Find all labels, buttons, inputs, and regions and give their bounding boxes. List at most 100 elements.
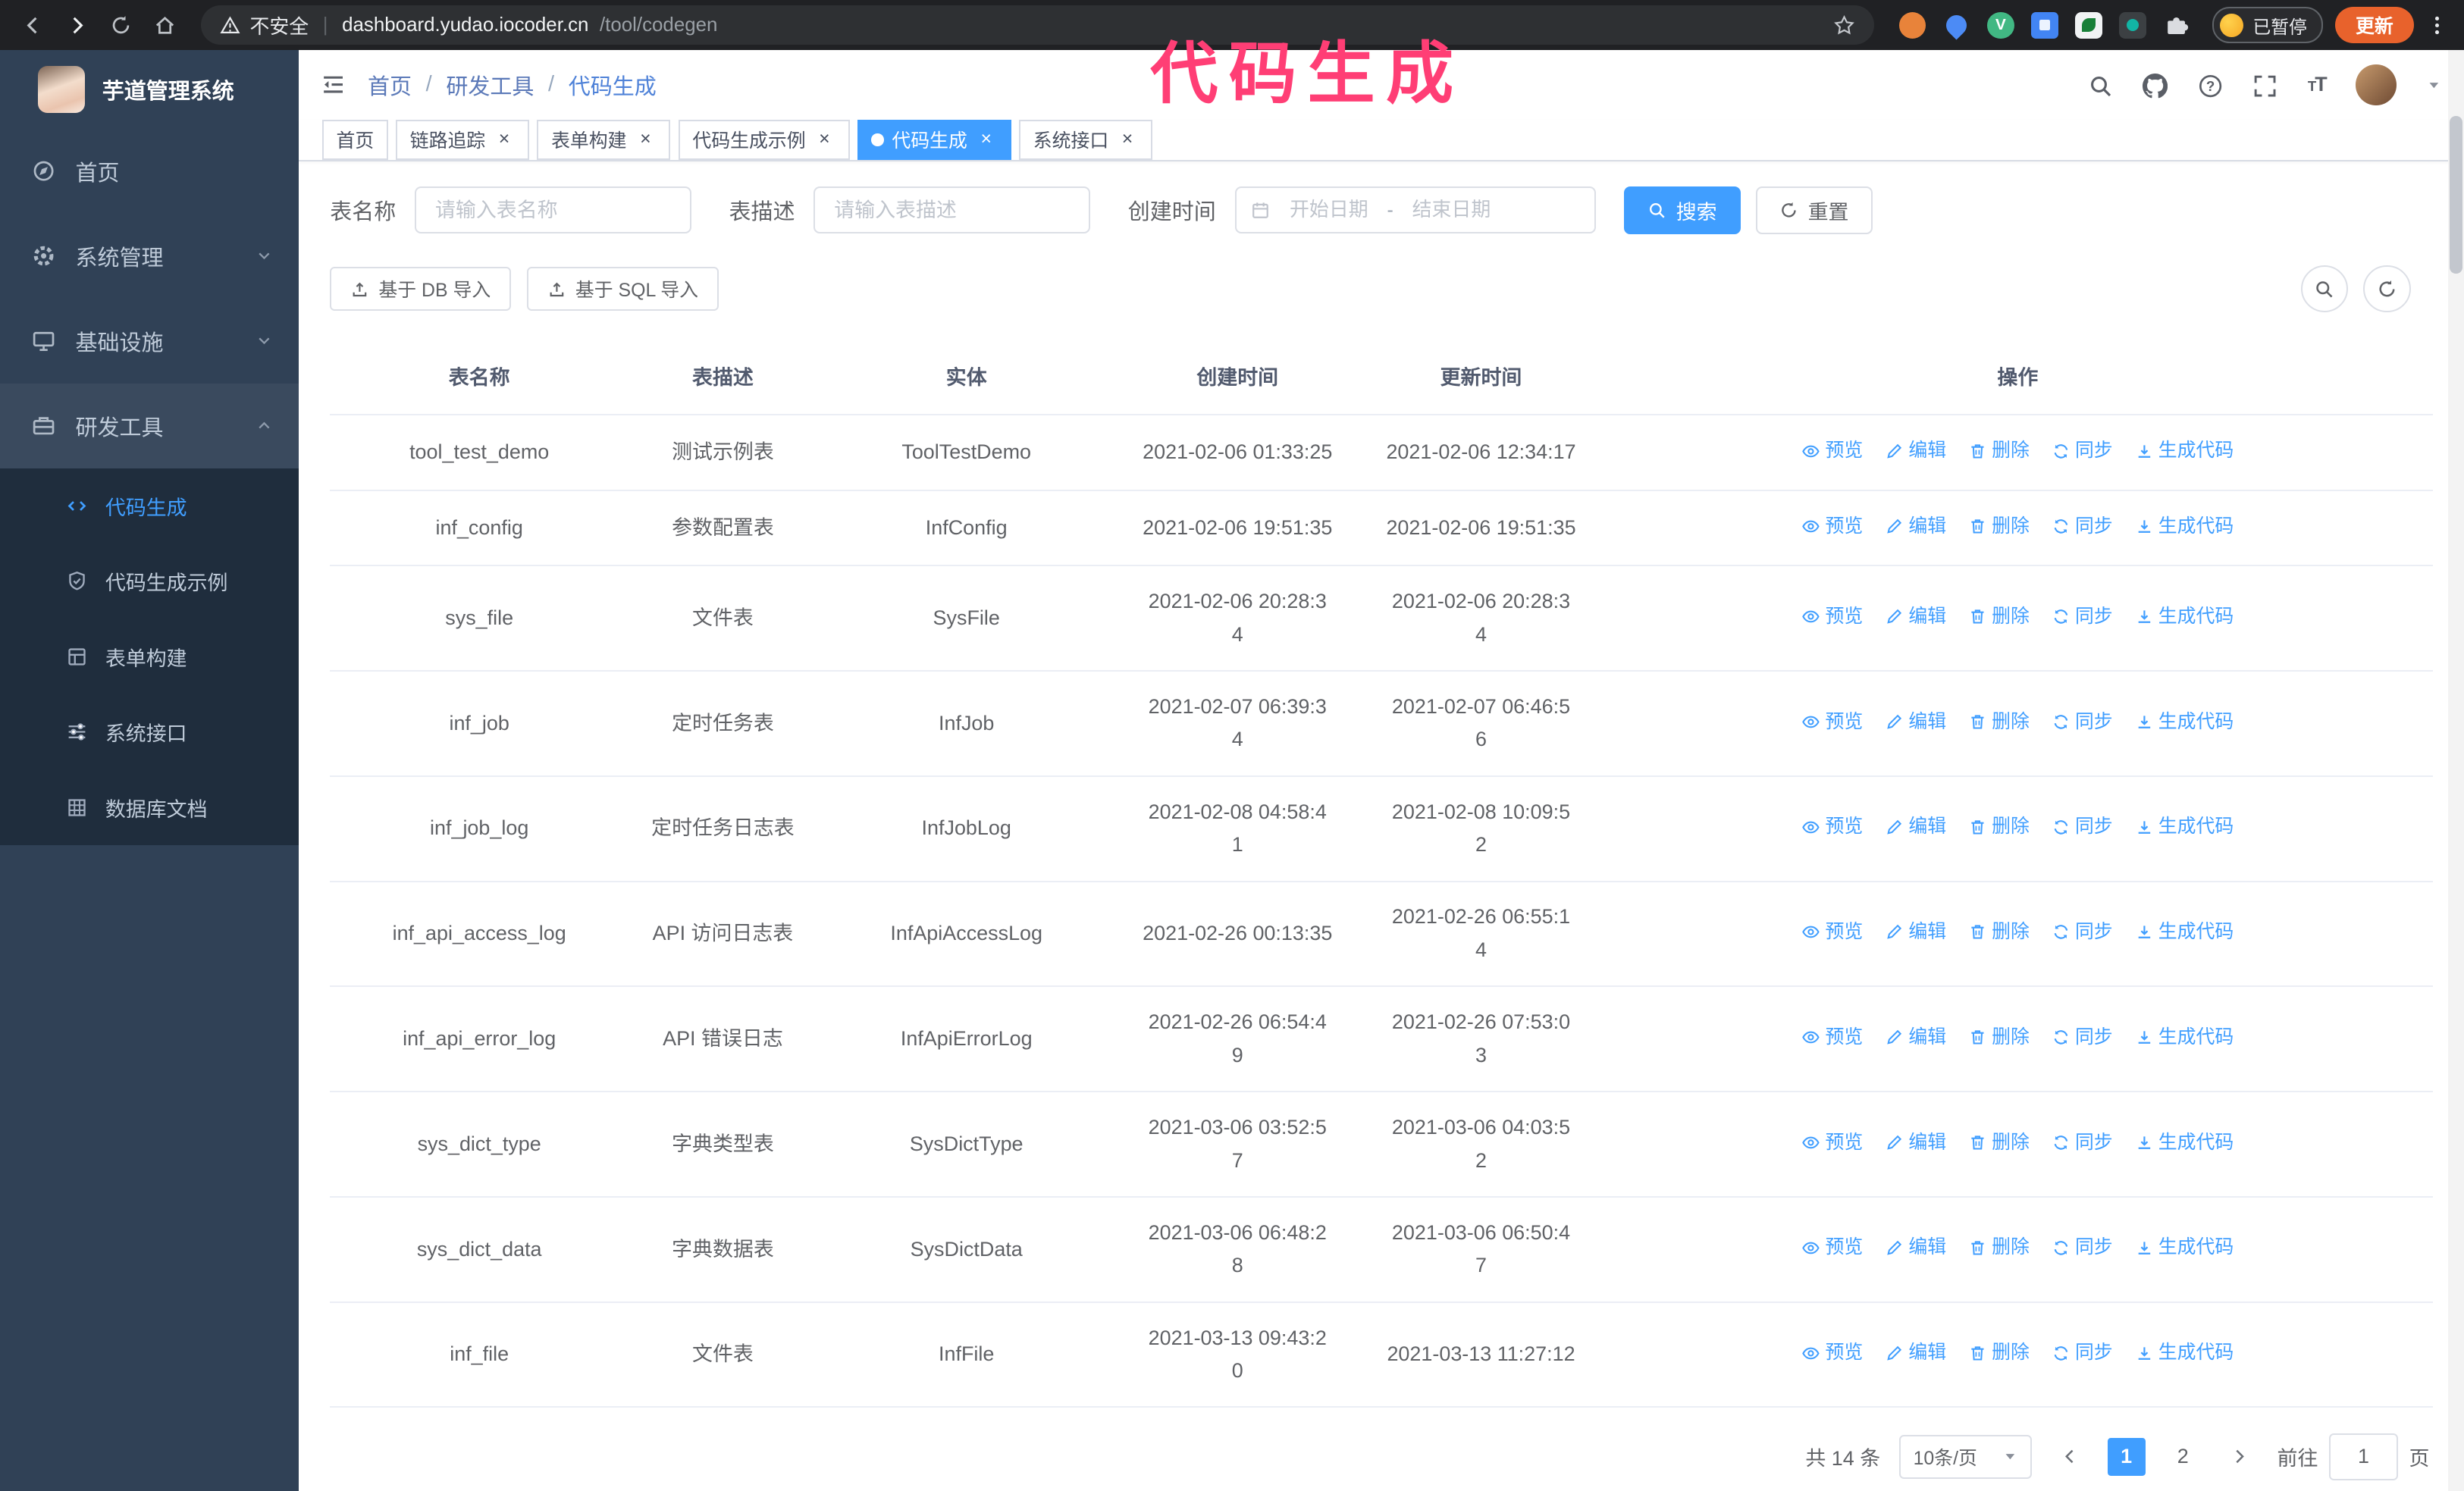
prev-page-button[interactable] <box>2051 1438 2089 1476</box>
forward-icon[interactable] <box>57 6 98 44</box>
sidebar-item-devtools[interactable]: 研发工具 <box>0 383 299 468</box>
delete-link[interactable]: 删除 <box>1968 706 2030 739</box>
sync-link[interactable]: 同步 <box>2052 434 2113 468</box>
edit-link[interactable]: 编辑 <box>1885 706 1946 739</box>
preview-link[interactable]: 预览 <box>1801 706 1863 739</box>
delete-link[interactable]: 删除 <box>1968 810 2030 844</box>
scrollbar[interactable] <box>2448 50 2464 1491</box>
extension-icon-1[interactable] <box>1899 11 1926 39</box>
delete-link[interactable]: 删除 <box>1968 600 2030 634</box>
sidebar-item-system-api[interactable]: 系统接口 <box>0 694 299 769</box>
edit-link[interactable]: 编辑 <box>1885 916 1946 949</box>
security-chip[interactable]: 不安全 <box>220 11 309 39</box>
preview-link[interactable]: 预览 <box>1801 1336 1863 1370</box>
edit-link[interactable]: 编辑 <box>1885 434 1946 468</box>
date-start-input[interactable] <box>1277 197 1381 224</box>
github-icon[interactable] <box>2143 70 2168 99</box>
preview-link[interactable]: 预览 <box>1801 434 1863 468</box>
sidebar-item-codegen-example[interactable]: 代码生成示例 <box>0 543 299 619</box>
toggle-search-button[interactable] <box>2300 265 2348 313</box>
fullscreen-icon[interactable] <box>2252 70 2277 99</box>
generate-link[interactable]: 生成代码 <box>2135 1021 2234 1054</box>
back-icon[interactable] <box>13 6 54 44</box>
sidebar-item-codegen[interactable]: 代码生成 <box>0 468 299 543</box>
delete-link[interactable]: 删除 <box>1968 510 2030 543</box>
extension-icon-5[interactable] <box>2075 11 2102 39</box>
page-number-1[interactable]: 1 <box>2107 1437 2146 1476</box>
generate-link[interactable]: 生成代码 <box>2135 706 2234 739</box>
sync-link[interactable]: 同步 <box>2052 706 2113 739</box>
preview-link[interactable]: 预览 <box>1801 810 1863 844</box>
page-size-select[interactable]: 10条/页 <box>1899 1434 2033 1479</box>
breadcrumb-item[interactable]: 首页 <box>368 69 412 101</box>
import-db-button[interactable]: 基于 DB 导入 <box>330 267 512 312</box>
address-bar[interactable]: 不安全 | dashboard.yudao.iocoder.cn/tool/co… <box>201 5 1875 45</box>
edit-link[interactable]: 编辑 <box>1885 1021 1946 1054</box>
tab-close-icon[interactable]: × <box>494 128 516 151</box>
profile-paused-badge[interactable]: 已暂停 <box>2212 7 2323 43</box>
preview-link[interactable]: 预览 <box>1801 510 1863 543</box>
generate-link[interactable]: 生成代码 <box>2135 1336 2234 1370</box>
avatar-caret-icon[interactable] <box>2426 77 2442 93</box>
reload-icon[interactable] <box>101 6 142 44</box>
help-icon[interactable] <box>2198 70 2223 99</box>
delete-link[interactable]: 删除 <box>1968 1021 2030 1054</box>
delete-link[interactable]: 删除 <box>1968 1231 2030 1264</box>
extension-icon-2[interactable] <box>1942 11 1971 40</box>
edit-link[interactable]: 编辑 <box>1885 510 1946 543</box>
preview-link[interactable]: 预览 <box>1801 916 1863 949</box>
sync-link[interactable]: 同步 <box>2052 600 2113 634</box>
table-desc-input[interactable] <box>813 186 1090 234</box>
extensions-puzzle-icon[interactable] <box>2163 12 2190 39</box>
font-size-icon[interactable]: TT <box>2308 73 2328 96</box>
view-tab[interactable]: 系统接口 × <box>1019 119 1153 161</box>
import-sql-button[interactable]: 基于 SQL 导入 <box>526 267 719 312</box>
preview-link[interactable]: 预览 <box>1801 1021 1863 1054</box>
sidebar-fold-icon[interactable] <box>299 50 368 119</box>
edit-link[interactable]: 编辑 <box>1885 1126 1946 1160</box>
view-tab[interactable]: 代码生成示例 × <box>678 119 850 161</box>
view-tab[interactable]: 首页 <box>321 119 388 161</box>
date-end-input[interactable] <box>1400 197 1503 224</box>
chrome-update-button[interactable]: 更新 <box>2335 7 2414 43</box>
reset-button[interactable]: 重置 <box>1756 186 1873 234</box>
search-icon[interactable] <box>2088 70 2113 99</box>
user-avatar[interactable] <box>2356 64 2397 105</box>
generate-link[interactable]: 生成代码 <box>2135 916 2234 949</box>
breadcrumb-item[interactable]: 研发工具 <box>446 69 534 101</box>
edit-link[interactable]: 编辑 <box>1885 1336 1946 1370</box>
sync-link[interactable]: 同步 <box>2052 1021 2113 1054</box>
preview-link[interactable]: 预览 <box>1801 1126 1863 1160</box>
tab-close-icon[interactable]: × <box>813 128 835 151</box>
sync-link[interactable]: 同步 <box>2052 1126 2113 1160</box>
home-icon[interactable] <box>145 6 186 44</box>
extension-icon-3[interactable]: V <box>1987 11 2014 39</box>
view-tab[interactable]: 链路追踪 × <box>396 119 530 161</box>
table-name-input[interactable] <box>415 186 691 234</box>
goto-page-input[interactable] <box>2328 1433 2398 1480</box>
preview-link[interactable]: 预览 <box>1801 1231 1863 1264</box>
sync-link[interactable]: 同步 <box>2052 1231 2113 1264</box>
sync-link[interactable]: 同步 <box>2052 1336 2113 1370</box>
date-range-picker[interactable]: - <box>1234 186 1597 234</box>
refresh-table-button[interactable] <box>2363 265 2411 313</box>
generate-link[interactable]: 生成代码 <box>2135 510 2234 543</box>
tab-close-icon[interactable]: × <box>975 128 997 151</box>
view-tab[interactable]: 代码生成 × <box>857 119 1011 161</box>
edit-link[interactable]: 编辑 <box>1885 1231 1946 1264</box>
generate-link[interactable]: 生成代码 <box>2135 810 2234 844</box>
extension-icon-4[interactable] <box>2031 11 2058 39</box>
generate-link[interactable]: 生成代码 <box>2135 600 2234 634</box>
edit-link[interactable]: 编辑 <box>1885 600 1946 634</box>
preview-link[interactable]: 预览 <box>1801 600 1863 634</box>
delete-link[interactable]: 删除 <box>1968 434 2030 468</box>
sidebar-item-db-doc[interactable]: 数据库文档 <box>0 770 299 845</box>
scrollbar-thumb[interactable] <box>2450 116 2462 274</box>
generate-link[interactable]: 生成代码 <box>2135 1231 2234 1264</box>
edit-link[interactable]: 编辑 <box>1885 810 1946 844</box>
browser-menu-icon[interactable] <box>2423 14 2451 36</box>
delete-link[interactable]: 删除 <box>1968 916 2030 949</box>
sidebar-item-infra[interactable]: 基础设施 <box>0 299 299 384</box>
search-button[interactable]: 搜索 <box>1624 186 1741 234</box>
sync-link[interactable]: 同步 <box>2052 510 2113 543</box>
